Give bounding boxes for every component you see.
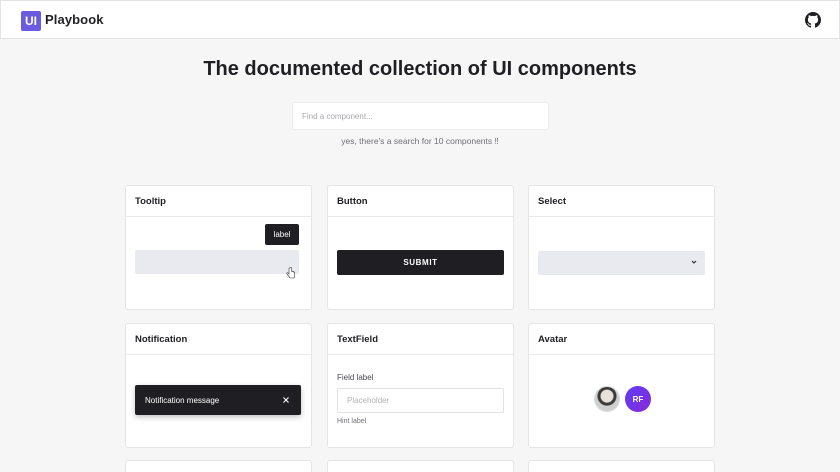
field-label: Field label bbox=[337, 373, 374, 382]
top-header: UI Playbook bbox=[0, 0, 840, 39]
card-button[interactable]: Button SUBMIT bbox=[327, 185, 514, 310]
card-textfield[interactable]: TextField Field label Hint label bbox=[327, 323, 514, 448]
logo-mark[interactable]: UI bbox=[21, 11, 41, 31]
close-icon[interactable] bbox=[282, 396, 290, 404]
hint-label: Hint label bbox=[337, 418, 367, 425]
card-avatar[interactable]: Avatar RF bbox=[528, 323, 715, 448]
card-title: Button bbox=[328, 186, 513, 217]
submit-button[interactable]: SUBMIT bbox=[337, 250, 504, 275]
card-preview bbox=[529, 217, 714, 309]
card-title: Avatar bbox=[529, 324, 714, 355]
card-preview: label bbox=[126, 217, 311, 309]
card-partial[interactable] bbox=[327, 460, 514, 472]
search-input[interactable] bbox=[292, 102, 549, 130]
select-dropdown[interactable] bbox=[538, 251, 705, 275]
card-tooltip[interactable]: Tooltip label bbox=[125, 185, 312, 310]
text-field-input[interactable] bbox=[337, 388, 504, 413]
card-partial[interactable] bbox=[528, 460, 715, 472]
avatar-photo bbox=[594, 386, 620, 412]
logo-text[interactable]: Playbook bbox=[45, 12, 104, 27]
github-icon[interactable] bbox=[805, 12, 821, 28]
tooltip-target[interactable] bbox=[135, 250, 299, 274]
card-title: Tooltip bbox=[126, 186, 311, 217]
card-preview: Notification message bbox=[126, 355, 311, 447]
card-title: TextField bbox=[328, 324, 513, 355]
card-select[interactable]: Select bbox=[528, 185, 715, 310]
notification-message: Notification message bbox=[145, 395, 220, 405]
card-preview: RF bbox=[529, 355, 714, 447]
card-title: Notification bbox=[126, 324, 311, 355]
card-preview: Field label Hint label bbox=[328, 355, 513, 447]
card-notification[interactable]: Notification Notification message bbox=[125, 323, 312, 448]
chevron-down-icon bbox=[691, 260, 697, 264]
tooltip-label: label bbox=[265, 224, 299, 245]
avatar-initials: RF bbox=[625, 386, 651, 412]
card-preview: SUBMIT bbox=[328, 217, 513, 309]
search-hint-text: yes, there's a search for 10 components … bbox=[341, 136, 499, 146]
card-partial[interactable] bbox=[125, 460, 312, 472]
hand-cursor-icon bbox=[286, 267, 295, 279]
page-title: The documented collection of UI componen… bbox=[203, 58, 637, 80]
card-title: Select bbox=[529, 186, 714, 217]
notification-toast: Notification message bbox=[135, 385, 301, 415]
